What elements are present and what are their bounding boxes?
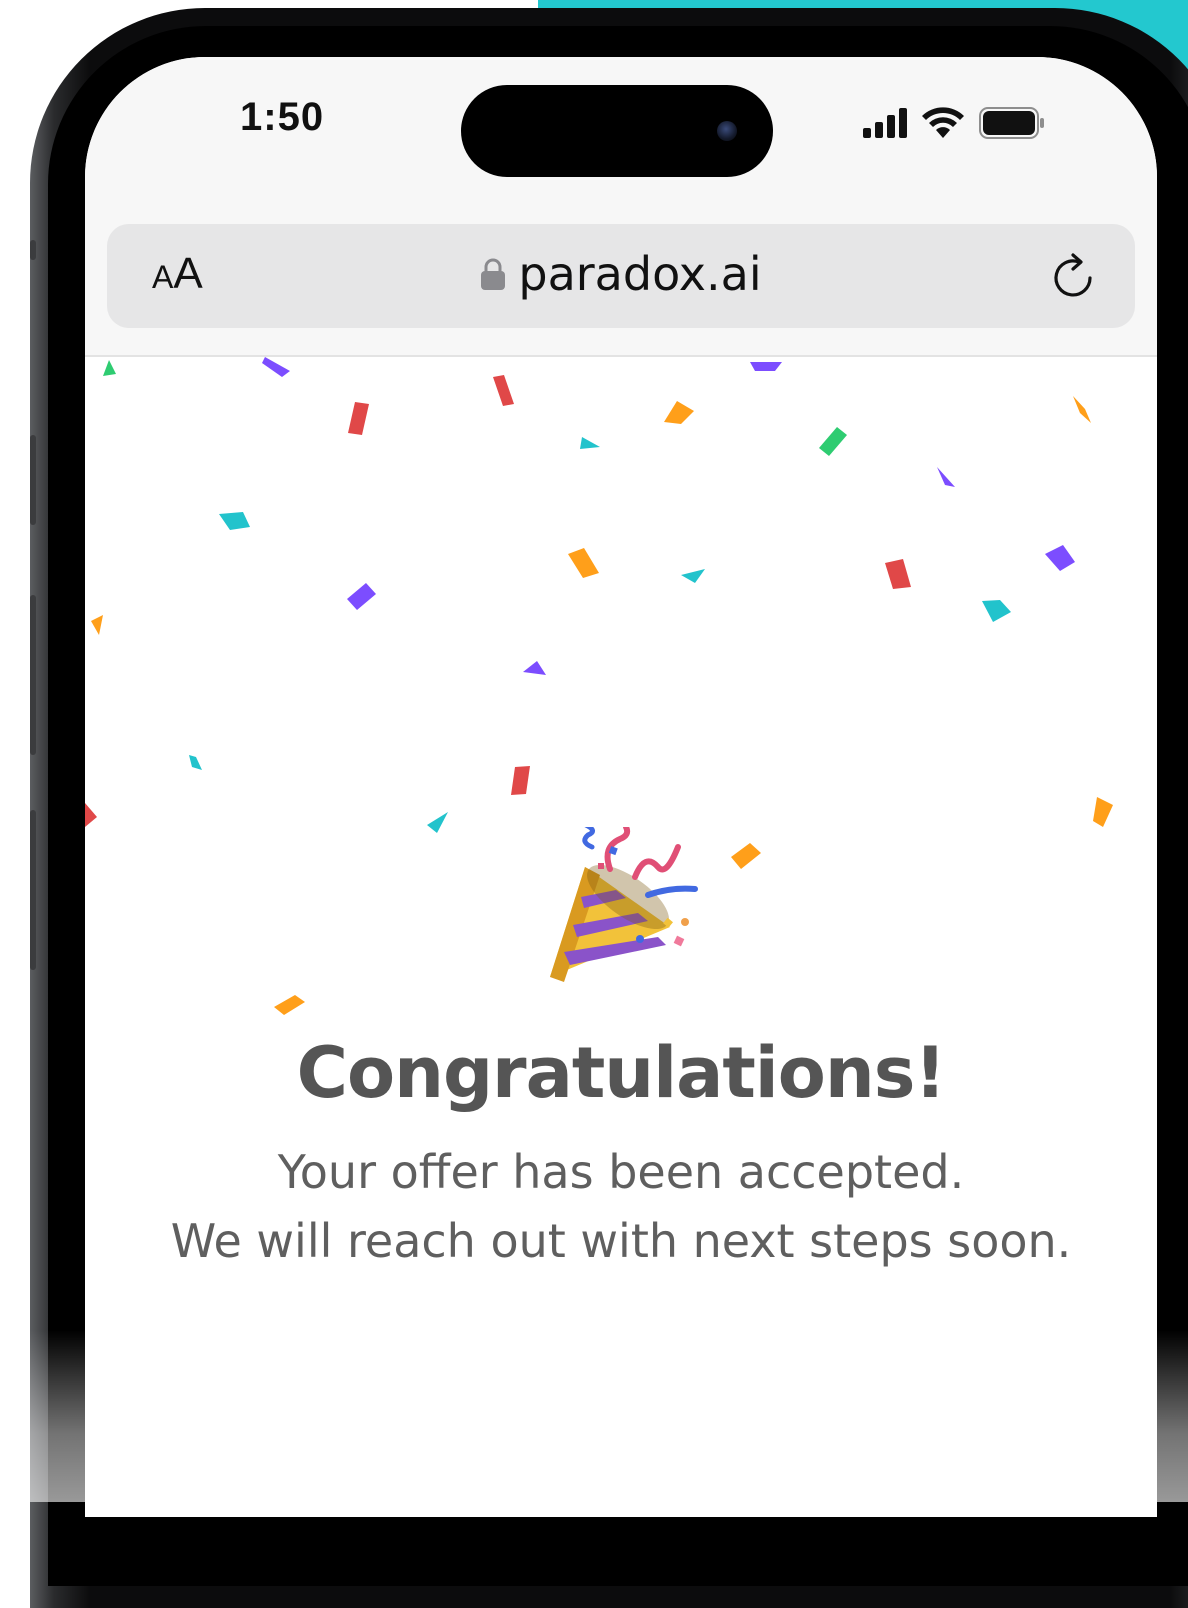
volume-up-button [30,435,36,525]
page-content: Congratulations! Your offer has been acc… [85,357,1157,1517]
confetti-piece [1093,797,1113,827]
party-popper-icon [550,827,698,982]
confetti-piece [681,569,705,583]
url-text: paradox.ai [518,247,762,301]
confetti-piece [731,843,761,869]
confirmation-message-line-1: Your offer has been accepted. [277,1145,965,1199]
confetti-piece [348,402,369,435]
status-bar: 1:50 [85,57,1157,222]
action-button [30,240,36,260]
confetti-piece [189,755,202,770]
url-display[interactable]: paradox.ai [107,246,1135,302]
status-time: 1:50 [240,95,325,139]
confetti-piece [937,467,955,487]
confetti-piece [819,427,847,456]
cellular-signal-icon [863,108,907,138]
lock-icon [481,258,506,290]
confetti-piece [523,661,546,675]
confetti-piece [580,437,600,449]
confetti-piece [885,559,911,589]
battery-icon [979,107,1044,139]
confetti-piece [511,766,530,795]
confetti-piece [1045,545,1075,571]
address-bar[interactable]: AA paradox.ai [107,224,1135,328]
confetti-piece [982,600,1011,622]
confetti-piece [664,401,694,424]
wifi-icon [922,107,964,138]
confetti-piece [347,583,376,610]
confetti-piece [91,615,103,635]
confetti-piece [274,995,305,1015]
dynamic-island [461,85,773,177]
confetti-piece [85,803,97,827]
side-button [30,810,36,970]
confetti-piece [750,362,782,371]
browser-toolbar: AA paradox.ai [85,222,1157,357]
volume-down-button [30,595,36,755]
confetti-piece [262,357,290,377]
confetti-piece [1073,396,1091,423]
confetti-piece [219,512,250,530]
phone-screen: 1:50 AA paradox.ai Congratulations! Your… [85,57,1157,1517]
confetti-piece [427,812,448,833]
confirmation-message-line-2: We will reach out with next steps soon. [170,1214,1072,1268]
camera-icon [717,121,737,141]
confetti-piece [493,375,514,406]
page-title: Congratulations! [296,1032,947,1114]
confetti-piece [568,548,599,578]
status-icons [863,105,1045,141]
confetti-piece [103,360,116,376]
reload-icon[interactable] [1049,252,1097,302]
